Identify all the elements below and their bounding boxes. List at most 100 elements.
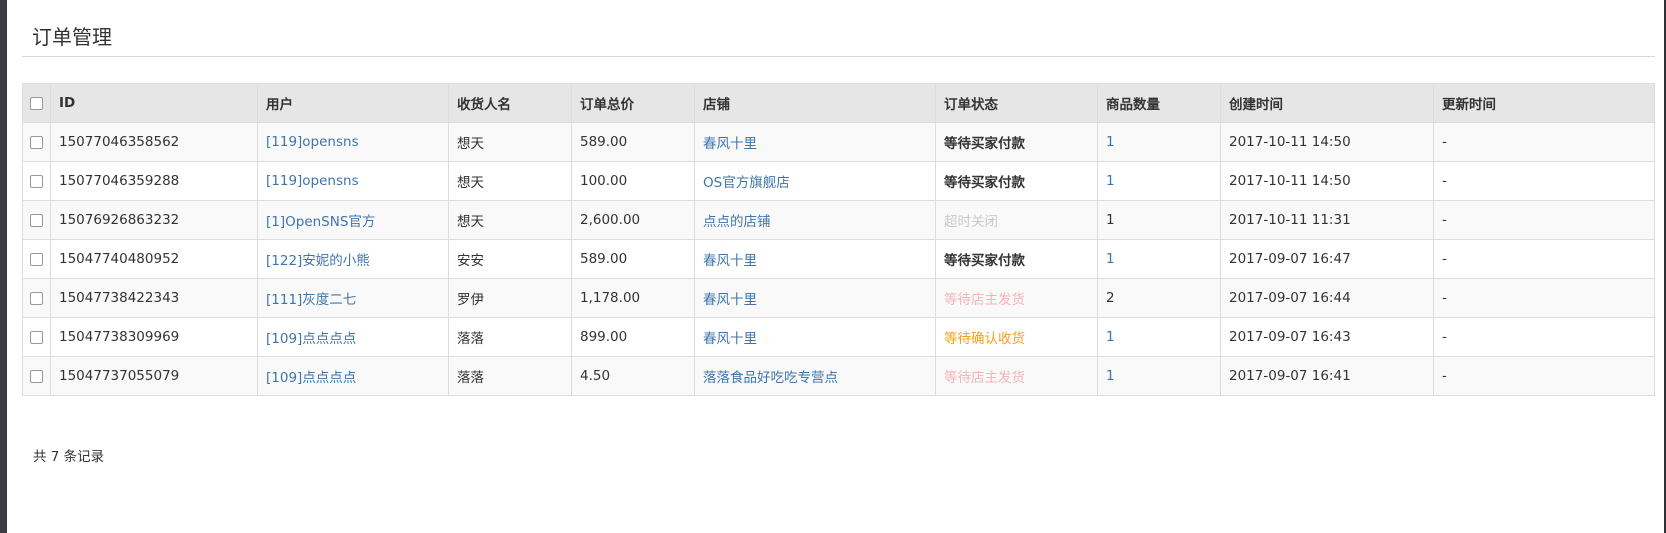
order-id: 15047737055079 bbox=[50, 356, 258, 396]
order-id: 15047738309969 bbox=[50, 317, 258, 357]
column-header-quantity[interactable]: 商品数量 bbox=[1097, 83, 1221, 123]
order-total: 2,600.00 bbox=[571, 200, 695, 240]
table-row: 15047738309969 [109]点点点点 落落 899.00 春风十里 … bbox=[22, 317, 1655, 357]
page-title: 订单管理 bbox=[32, 25, 112, 49]
store-link[interactable]: 春风十里 bbox=[694, 239, 936, 279]
item-quantity-link[interactable]: 1 bbox=[1097, 356, 1221, 396]
item-quantity-link[interactable]: 1 bbox=[1097, 239, 1221, 279]
order-total: 4.50 bbox=[571, 356, 695, 396]
order-status: 等待确认收货 bbox=[935, 317, 1098, 357]
orders-table: ID 用户 收货人名 订单总价 店铺 订单状态 商品数量 创建时间 更新时间 1… bbox=[22, 83, 1655, 396]
order-status: 等待店主发货 bbox=[935, 356, 1098, 396]
row-checkbox-cell[interactable] bbox=[22, 122, 51, 162]
receiver-name: 想天 bbox=[448, 122, 572, 162]
table-header-row: ID 用户 收货人名 订单总价 店铺 订单状态 商品数量 创建时间 更新时间 bbox=[22, 83, 1655, 123]
item-quantity-link[interactable]: 1 bbox=[1097, 161, 1221, 201]
updated-time: - bbox=[1433, 278, 1655, 318]
order-id: 15047740480952 bbox=[50, 239, 258, 279]
row-checkbox[interactable] bbox=[30, 330, 43, 344]
item-quantity: 1 bbox=[1097, 200, 1221, 240]
store-link[interactable]: 春风十里 bbox=[694, 317, 936, 357]
receiver-name: 想天 bbox=[448, 200, 572, 240]
user-link[interactable]: [119]opensns bbox=[257, 161, 449, 201]
row-checkbox[interactable] bbox=[30, 213, 43, 227]
order-total: 100.00 bbox=[571, 161, 695, 201]
order-status: 超时关闭 bbox=[935, 200, 1098, 240]
row-checkbox-cell[interactable] bbox=[22, 161, 51, 201]
order-total: 589.00 bbox=[571, 239, 695, 279]
row-checkbox-cell[interactable] bbox=[22, 200, 51, 240]
user-link[interactable]: [109]点点点点 bbox=[257, 356, 449, 396]
updated-time: - bbox=[1433, 200, 1655, 240]
receiver-name: 罗伊 bbox=[448, 278, 572, 318]
order-status: 等待买家付款 bbox=[935, 161, 1098, 201]
record-count: 共 7 条记录 bbox=[33, 449, 105, 465]
updated-time: - bbox=[1433, 161, 1655, 201]
created-time: 2017-09-07 16:41 bbox=[1220, 356, 1434, 396]
column-header-created[interactable]: 创建时间 bbox=[1220, 83, 1434, 123]
updated-time: - bbox=[1433, 317, 1655, 357]
user-link[interactable]: [1]OpenSNS官方 bbox=[257, 200, 449, 240]
created-time: 2017-09-07 16:44 bbox=[1220, 278, 1434, 318]
column-header-id[interactable]: ID bbox=[50, 83, 258, 123]
row-checkbox-cell[interactable] bbox=[22, 278, 51, 318]
store-link[interactable]: 点点的店铺 bbox=[694, 200, 936, 240]
column-header-total[interactable]: 订单总价 bbox=[571, 83, 695, 123]
created-time: 2017-10-11 14:50 bbox=[1220, 161, 1434, 201]
user-link[interactable]: [119]opensns bbox=[257, 122, 449, 162]
column-header-updated[interactable]: 更新时间 bbox=[1433, 83, 1655, 123]
column-header-status[interactable]: 订单状态 bbox=[935, 83, 1098, 123]
table-row: 15047740480952 [122]安妮的小熊 安安 589.00 春风十里… bbox=[22, 239, 1655, 279]
order-total: 589.00 bbox=[571, 122, 695, 162]
row-checkbox[interactable] bbox=[30, 369, 43, 383]
order-id: 15077046359288 bbox=[50, 161, 258, 201]
order-total: 1,178.00 bbox=[571, 278, 695, 318]
item-quantity: 2 bbox=[1097, 278, 1221, 318]
store-link[interactable]: OS官方旗舰店 bbox=[694, 161, 936, 201]
table-row: 15076926863232 [1]OpenSNS官方 想天 2,600.00 … bbox=[22, 200, 1655, 240]
receiver-name: 安安 bbox=[448, 239, 572, 279]
select-all-checkbox-cell[interactable] bbox=[22, 83, 51, 123]
order-id: 15077046358562 bbox=[50, 122, 258, 162]
user-link[interactable]: [111]灰度二七 bbox=[257, 278, 449, 318]
item-quantity-link[interactable]: 1 bbox=[1097, 317, 1221, 357]
row-checkbox-cell[interactable] bbox=[22, 356, 51, 396]
row-checkbox-cell[interactable] bbox=[22, 239, 51, 279]
table-row: 15047737055079 [109]点点点点 落落 4.50 落落食品好吃吃… bbox=[22, 356, 1655, 396]
store-link[interactable]: 春风十里 bbox=[694, 122, 936, 162]
title-divider bbox=[22, 56, 1655, 57]
receiver-name: 落落 bbox=[448, 356, 572, 396]
column-header-receiver[interactable]: 收货人名 bbox=[448, 83, 572, 123]
select-all-checkbox[interactable] bbox=[30, 96, 43, 110]
receiver-name: 想天 bbox=[448, 161, 572, 201]
store-link[interactable]: 春风十里 bbox=[694, 278, 936, 318]
item-quantity-link[interactable]: 1 bbox=[1097, 122, 1221, 162]
created-time: 2017-09-07 16:47 bbox=[1220, 239, 1434, 279]
row-checkbox[interactable] bbox=[30, 291, 43, 305]
column-header-store[interactable]: 店铺 bbox=[694, 83, 936, 123]
row-checkbox[interactable] bbox=[30, 252, 43, 266]
row-checkbox-cell[interactable] bbox=[22, 317, 51, 357]
order-id: 15047738422343 bbox=[50, 278, 258, 318]
row-checkbox[interactable] bbox=[30, 135, 43, 149]
row-checkbox[interactable] bbox=[30, 174, 43, 188]
order-status: 等待买家付款 bbox=[935, 122, 1098, 162]
order-status: 等待店主发货 bbox=[935, 278, 1098, 318]
updated-time: - bbox=[1433, 239, 1655, 279]
user-link[interactable]: [122]安妮的小熊 bbox=[257, 239, 449, 279]
table-row: 15077046359288 [119]opensns 想天 100.00 OS… bbox=[22, 161, 1655, 201]
column-header-user[interactable]: 用户 bbox=[257, 83, 449, 123]
created-time: 2017-10-11 14:50 bbox=[1220, 122, 1434, 162]
created-time: 2017-09-07 16:43 bbox=[1220, 317, 1434, 357]
user-link[interactable]: [109]点点点点 bbox=[257, 317, 449, 357]
created-time: 2017-10-11 11:31 bbox=[1220, 200, 1434, 240]
order-total: 899.00 bbox=[571, 317, 695, 357]
updated-time: - bbox=[1433, 356, 1655, 396]
order-id: 15076926863232 bbox=[50, 200, 258, 240]
table-row: 15047738422343 [111]灰度二七 罗伊 1,178.00 春风十… bbox=[22, 278, 1655, 318]
updated-time: - bbox=[1433, 122, 1655, 162]
left-sidebar-edge bbox=[0, 0, 7, 533]
store-link[interactable]: 落落食品好吃吃专营点 bbox=[694, 356, 936, 396]
table-row: 15077046358562 [119]opensns 想天 589.00 春风… bbox=[22, 122, 1655, 162]
order-status: 等待买家付款 bbox=[935, 239, 1098, 279]
